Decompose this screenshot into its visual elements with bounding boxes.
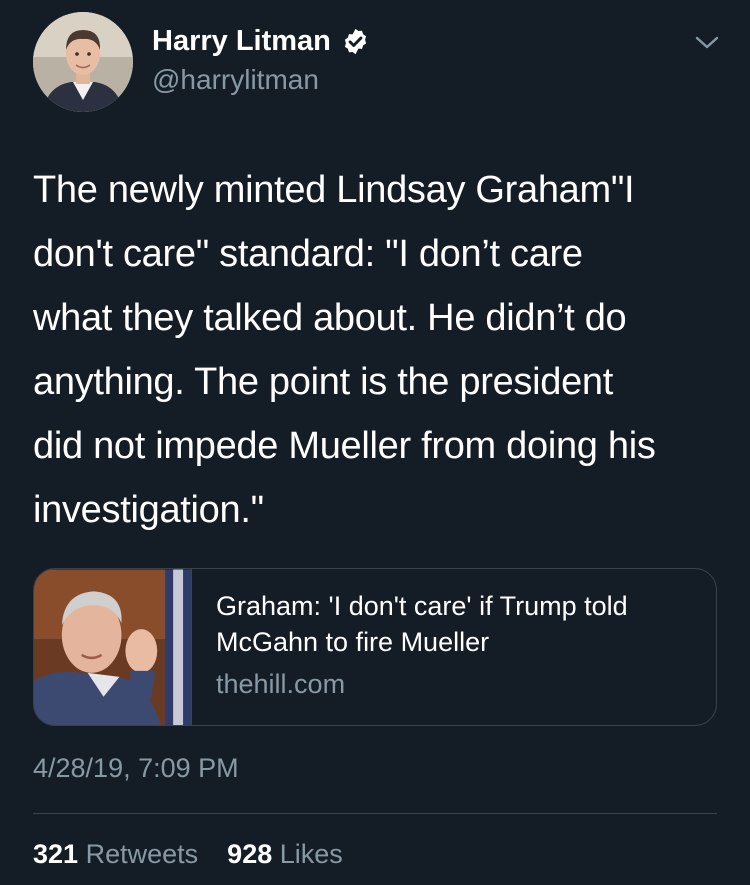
avatar[interactable] bbox=[33, 12, 133, 112]
engagement-stats: 321 Retweets 928 Likes bbox=[33, 839, 343, 870]
tweet-text-line: don't care" standard: "I don’t care bbox=[33, 233, 583, 275]
user-handle[interactable]: @harrylitman bbox=[152, 64, 319, 96]
tweet-text-line: what they talked about. He didn’t do bbox=[33, 297, 627, 339]
chevron-down-icon[interactable] bbox=[694, 32, 720, 54]
tweet-text-line: The newly minted Lindsay Graham"I bbox=[33, 169, 635, 211]
link-card[interactable]: Graham: 'I don't care' if Trump told McG… bbox=[33, 568, 717, 726]
tweet-text: The newly minted Lindsay Graham"I don't … bbox=[33, 158, 723, 542]
verified-badge-icon bbox=[344, 28, 367, 55]
link-card-title-line: McGahn to fire Mueller bbox=[216, 627, 490, 657]
link-card-title: Graham: 'I don't care' if Trump told McG… bbox=[216, 588, 706, 660]
link-card-title-line: Graham: 'I don't care' if Trump told bbox=[216, 591, 628, 621]
likes-count: 928 bbox=[227, 839, 273, 869]
display-name[interactable]: Harry Litman bbox=[152, 25, 331, 58]
link-card-image bbox=[34, 569, 192, 725]
divider bbox=[33, 813, 717, 814]
retweets-count: 321 bbox=[33, 839, 79, 869]
retweets-label: Retweets bbox=[85, 839, 199, 869]
tweet: Harry Litman @harrylitman The newly mint… bbox=[0, 0, 750, 885]
link-card-domain: thehill.com bbox=[216, 669, 346, 699]
tweet-text-line: investigation." bbox=[33, 489, 264, 531]
avatar-photo bbox=[33, 12, 133, 112]
likes-label: Likes bbox=[279, 839, 343, 869]
tweet-timestamp[interactable]: 4/28/19, 7:09 PM bbox=[33, 753, 239, 784]
tweet-text-line: anything. The point is the president bbox=[33, 361, 614, 403]
author-name-row[interactable]: Harry Litman bbox=[152, 25, 370, 58]
likes-stat[interactable]: 928 Likes bbox=[227, 839, 343, 869]
link-card-photo bbox=[34, 569, 191, 725]
retweets-stat[interactable]: 321 Retweets bbox=[33, 839, 206, 869]
tweet-text-line: did not impede Mueller from doing his bbox=[33, 425, 656, 467]
